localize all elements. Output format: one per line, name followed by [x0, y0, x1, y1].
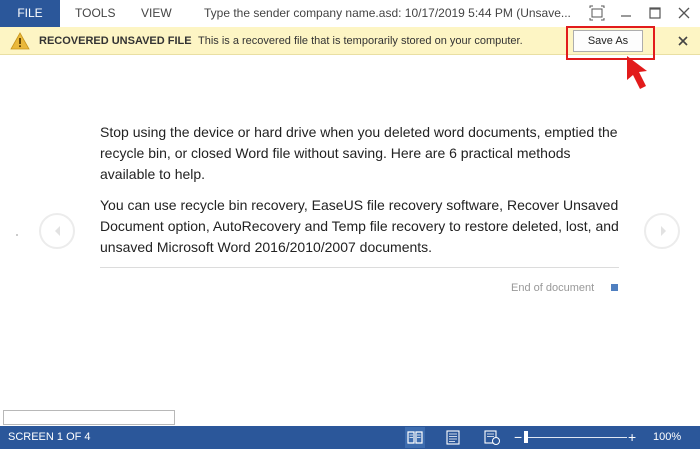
- document-divider: [100, 267, 619, 268]
- paragraph: You can use recycle bin recovery, EaseUS…: [100, 197, 619, 255]
- zoom-in-button[interactable]: +: [628, 426, 636, 449]
- message-text: This is a recovered file that is tempora…: [198, 35, 523, 47]
- end-of-document-marker: [611, 284, 618, 291]
- next-page-icon: [661, 226, 666, 236]
- view-tab[interactable]: VIEW: [141, 0, 172, 27]
- window-title: Type the sender company name.asd: 10/17/…: [204, 6, 571, 20]
- print-layout-icon[interactable]: [445, 430, 461, 445]
- file-tab[interactable]: FILE: [0, 0, 60, 27]
- scroll-dot: [16, 234, 18, 236]
- prev-page-button[interactable]: [39, 213, 75, 249]
- zoom-slider[interactable]: [527, 437, 627, 438]
- paragraph: Stop using the device or hard drive when…: [100, 124, 618, 182]
- close-message-icon[interactable]: [676, 34, 690, 48]
- zoom-slider-thumb[interactable]: [524, 431, 528, 443]
- next-page-button[interactable]: [644, 213, 680, 249]
- web-layout-icon[interactable]: [484, 430, 500, 445]
- screen-indicator: SCREEN 1 OF 4: [8, 431, 91, 443]
- status-bar: SCREEN 1 OF 4 − + 100%: [0, 426, 700, 449]
- tools-tab[interactable]: TOOLS: [75, 0, 115, 27]
- close-icon[interactable]: [675, 4, 693, 22]
- horizontal-scrollbar[interactable]: [3, 410, 175, 425]
- pointer-arrow-icon: [627, 56, 647, 89]
- warning-icon: [10, 32, 30, 50]
- read-mode-button[interactable]: [405, 427, 425, 448]
- read-mode-icon: [407, 431, 423, 444]
- zoom-level[interactable]: 100%: [653, 426, 681, 449]
- title-bar: FILE TOOLS VIEW Type the sender company …: [0, 0, 700, 27]
- zoom-out-button[interactable]: −: [514, 426, 522, 449]
- end-of-document-label: End of document: [511, 282, 595, 294]
- prev-page-icon: [55, 226, 60, 236]
- restore-icon[interactable]: [588, 4, 606, 22]
- minimize-icon[interactable]: [617, 4, 635, 22]
- message-heading: RECOVERED UNSAVED FILE: [39, 35, 192, 47]
- document-body: Stop using the device or hard drive when…: [100, 122, 620, 258]
- maximize-icon[interactable]: [646, 4, 664, 22]
